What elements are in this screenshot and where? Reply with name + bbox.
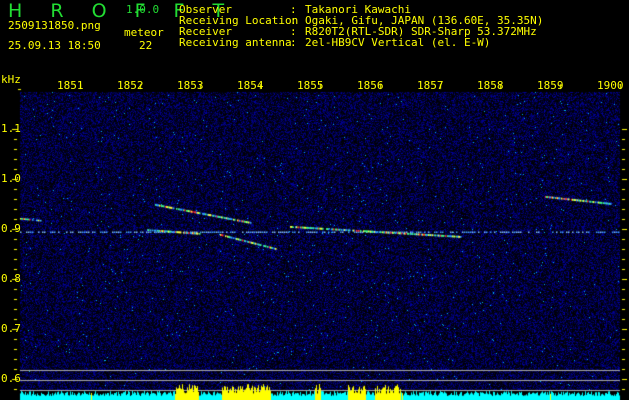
y-tick-label: 0.6 (1, 372, 21, 385)
x-tick-label: 1851 (57, 79, 84, 92)
file-name: 2509131850.png (8, 20, 101, 32)
x-tick-label: 1853 (177, 79, 204, 92)
y-tick-label: 0.8 (1, 272, 21, 285)
x-tick-label: 1859 (537, 79, 564, 92)
y-axis-unit: kHz (1, 73, 21, 86)
spectrogram (0, 0, 629, 400)
y-tick-label: 1.0 (1, 172, 21, 185)
meteor-label: meteor (124, 27, 164, 39)
x-tick-label: 1857 (417, 79, 444, 92)
y-tick-label: 1.1 (1, 122, 21, 135)
x-tick-label: 1855 (297, 79, 324, 92)
info-label: Receiving antenna (179, 37, 292, 49)
info-value: 2el-HB9CV Vertical (el. E-W) (305, 37, 490, 49)
y-tick-label: 0.9 (1, 222, 21, 235)
y-tick-label: 0.7 (1, 322, 21, 335)
x-tick-label: 1900 (597, 79, 624, 92)
x-tick-label: 1858 (477, 79, 504, 92)
app-version: 1.0.0 (126, 3, 159, 16)
x-tick-label: 1854 (237, 79, 264, 92)
meteor-count: 22 (139, 40, 152, 52)
file-datetime: 25.09.13 18:50 (8, 40, 101, 52)
info-colon: : (290, 37, 297, 49)
x-tick-label: 1852 (117, 79, 144, 92)
x-tick-label: 1856 (357, 79, 384, 92)
